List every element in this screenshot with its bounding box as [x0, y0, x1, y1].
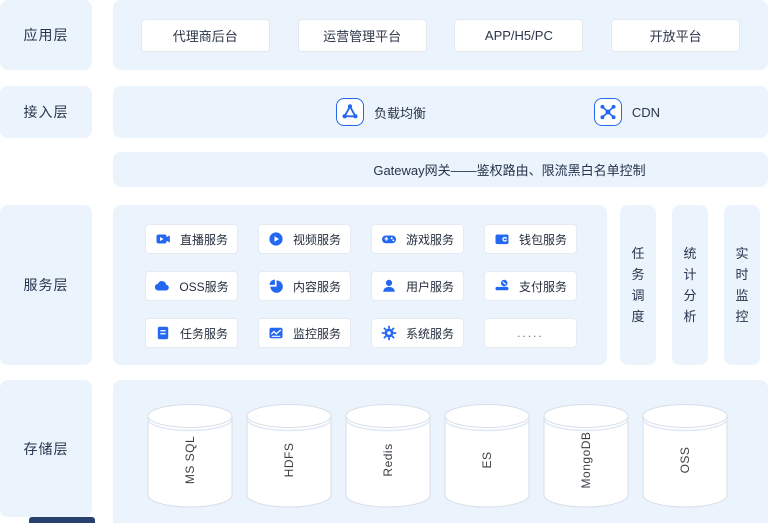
database-cylinder: OSS	[642, 403, 728, 509]
service-card-label: OSS服务	[179, 279, 229, 294]
service-card: 监控服务	[258, 318, 351, 348]
content-icon	[268, 278, 284, 294]
side-column-label: 统计分析	[683, 246, 697, 324]
service-card: 系统服务	[371, 318, 464, 348]
app-layer-panel: 代理商后台 运营管理平台 APP/H5/PC 开放平台	[113, 0, 768, 70]
monitor-icon	[268, 325, 284, 341]
service-card-label: .....	[517, 326, 544, 340]
service-card-label: 用户服务	[405, 279, 454, 294]
side-column-label: 任务调度	[631, 246, 645, 324]
service-card-label: 游戏服务	[405, 232, 454, 247]
access-item: 负载均衡	[336, 98, 426, 126]
service-card: 用户服务	[371, 271, 464, 301]
side-column: 实时监控	[724, 205, 760, 365]
service-card: 任务服务	[145, 318, 238, 348]
service-card: .....	[484, 318, 577, 348]
service-card: 钱包服务	[484, 224, 577, 254]
architecture-diagram: 应用层 代理商后台 运营管理平台 APP/H5/PC 开放平台 接入层 负载均衡 CDN…	[0, 0, 768, 523]
oss-icon	[154, 278, 170, 294]
live-icon	[155, 231, 171, 247]
cdn-icon	[593, 98, 622, 126]
game-icon	[381, 231, 397, 247]
side-column: 任务调度	[620, 205, 656, 365]
wallet-icon	[494, 231, 510, 247]
database-label: OSS	[678, 446, 692, 474]
database-label: MongoDB	[579, 431, 593, 489]
load-balancer-icon	[336, 98, 364, 126]
database-cylinder: MS SQL	[147, 403, 233, 509]
app-platform-box: 开放平台	[611, 18, 741, 52]
database-label: Redis	[381, 443, 395, 477]
layer-label-access-text: 接入层	[23, 104, 69, 120]
bottom-dark-bar	[29, 517, 95, 523]
layer-label-access: 接入层	[0, 86, 92, 138]
app-platform-box: 代理商后台	[140, 18, 270, 52]
app-platform-box: APP/H5/PC	[454, 18, 584, 52]
access-layer-panel: 负载均衡 CDN	[113, 86, 768, 138]
side-column: 统计分析	[672, 205, 708, 365]
service-card-label: 视频服务	[292, 232, 341, 247]
service-card-label: 监控服务	[292, 326, 341, 341]
storage-layer-panel: MS SQL HDFS Redis ES MongoDB OSS	[113, 380, 768, 523]
service-card: 直播服务	[145, 224, 238, 254]
side-column-label: 实时监控	[735, 246, 749, 324]
service-card-label: 支付服务	[518, 279, 567, 294]
access-item: CDN	[593, 98, 660, 126]
service-card-label: 直播服务	[179, 232, 228, 247]
service-card-label: 钱包服务	[518, 232, 567, 247]
layer-label-storage-text: 存储层	[23, 440, 69, 457]
database-label: HDFS	[282, 442, 296, 478]
service-card: OSS服务	[145, 271, 238, 301]
service-card: 支付服务	[484, 271, 577, 301]
database-cylinder: ES	[444, 403, 530, 509]
layer-label-app: 应用层	[0, 0, 92, 70]
user-icon	[381, 278, 397, 294]
access-item-label: CDN	[631, 104, 660, 120]
task-icon	[155, 325, 171, 341]
service-layer-panel: 直播服务 视频服务 游戏服务 钱包服务 OSS服务 内容服务 用户服务 支付服务任务服务 监控服…	[113, 205, 607, 365]
layer-label-app-text: 应用层	[23, 27, 69, 43]
access-item-label: 负载均衡	[374, 105, 427, 121]
service-card: 内容服务	[258, 271, 351, 301]
service-card-label: 任务服务	[179, 326, 228, 341]
layer-label-storage: 存储层	[0, 380, 92, 517]
gateway-panel: Gateway网关——鉴权路由、限流黑白名单控制	[113, 152, 768, 187]
service-card-label: 内容服务	[292, 279, 341, 294]
database-label: MS SQL	[183, 436, 197, 485]
database-cylinder: MongoDB	[543, 403, 629, 509]
system-icon	[381, 325, 397, 341]
service-card: 游戏服务	[371, 224, 464, 254]
app-platform-box: 运营管理平台	[297, 18, 427, 52]
layer-label-service: 服务层	[0, 205, 92, 365]
layer-label-service-text: 服务层	[23, 277, 69, 293]
database-label: ES	[480, 451, 494, 469]
database-cylinder: Redis	[345, 403, 431, 509]
database-cylinder: HDFS	[246, 403, 332, 509]
pay-icon	[494, 278, 510, 294]
service-card-label: 系统服务	[405, 326, 454, 341]
video-icon	[268, 231, 284, 247]
service-card: 视频服务	[258, 224, 351, 254]
gateway-text: Gateway网关——鉴权路由、限流黑白名单控制	[373, 163, 646, 178]
